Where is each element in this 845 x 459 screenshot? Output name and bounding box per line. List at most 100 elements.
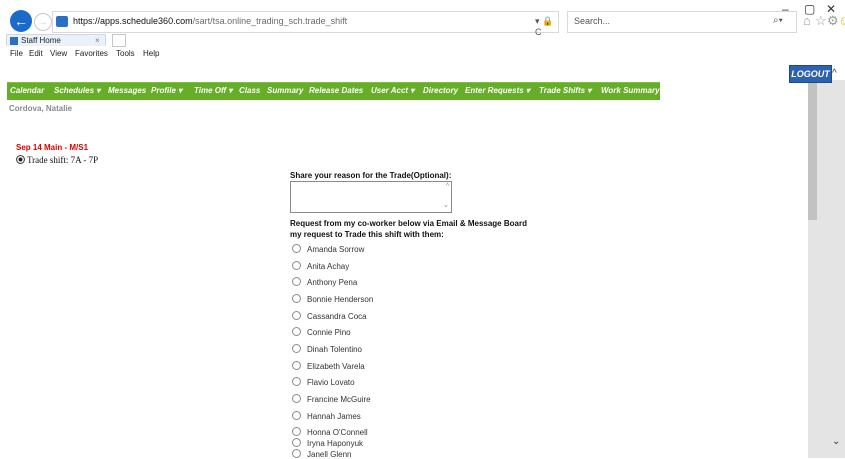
search-placeholder: Search... (574, 16, 611, 26)
coworker-option[interactable]: Connie Pino (292, 327, 351, 337)
coworker-option[interactable]: Anita Achay (292, 261, 349, 271)
menu-file[interactable]: File (10, 49, 23, 58)
tab-staff-home[interactable]: Staff Home × (6, 34, 106, 46)
nav-enter-requests[interactable]: Enter Requests ▾ (465, 86, 530, 95)
radio-icon[interactable] (292, 411, 301, 420)
radio-icon[interactable] (292, 261, 301, 270)
radio-icon[interactable] (292, 277, 301, 286)
smiley-feedback-icon[interactable]: ☺ (838, 13, 845, 28)
coworker-option[interactable]: Dinah Tolentino (292, 344, 362, 354)
reason-label: Share your reason for the Trade(Optional… (290, 171, 452, 180)
nav-summary[interactable]: Summary (267, 86, 303, 95)
staff-name: Cordova, Natalie (9, 104, 73, 113)
request-label-line1: Request from my co-worker below via Emai… (290, 219, 527, 228)
favorites-star-icon[interactable]: ☆ (815, 13, 827, 29)
radio-icon[interactable] (292, 344, 301, 353)
scroll-up-icon[interactable]: ^ (832, 68, 837, 79)
scroll-thumb[interactable] (808, 80, 817, 220)
menu-edit[interactable]: Edit (29, 49, 43, 58)
coworker-option[interactable]: Honna O'Connell (292, 427, 368, 437)
coworker-name: Dinah Tolentino (307, 345, 363, 354)
radio-icon[interactable] (292, 327, 301, 336)
coworker-option[interactable]: Hannah James (292, 411, 361, 421)
minimize-icon[interactable]: – (782, 2, 789, 16)
coworker-name: Iryna Haponyuk (307, 439, 364, 448)
url-host: https://apps.schedule360.com (73, 16, 193, 26)
coworker-name: Honna O'Connell (307, 428, 368, 437)
radio-icon[interactable] (292, 394, 301, 403)
nav-user-acct[interactable]: User Acct ▾ (371, 86, 414, 95)
nav-messages[interactable]: Messages (108, 86, 146, 95)
trade-shift-label: Trade shift: 7A - 7P (27, 155, 99, 165)
textarea-scroll-up-icon[interactable]: ^ (446, 183, 449, 190)
nav-schedules[interactable]: Schedules ▾ (54, 86, 100, 95)
coworker-name: Hannah James (307, 412, 361, 421)
nav-release-dates[interactable]: Release Dates (309, 86, 363, 95)
coworker-name: Anita Achay (307, 262, 350, 271)
coworker-name: Francine McGuire (307, 395, 371, 404)
browser-search-box[interactable]: Search... ⌕▾ (567, 11, 797, 33)
address-tools[interactable]: ▾ 🔒 C (535, 16, 558, 37)
url-path: /sart/tsa.online_trading_sch.trade_shift (192, 16, 348, 26)
coworker-name: Amanda Sorrow (307, 245, 365, 254)
radio-icon[interactable] (292, 361, 301, 370)
request-label-line2: my request to Trade this shift with them… (290, 230, 444, 239)
settings-gear-icon[interactable]: ⚙ (827, 13, 839, 29)
reason-textarea[interactable]: ^ ⌄ (290, 181, 452, 213)
coworker-name: Cassandra Coca (307, 312, 367, 321)
radio-icon[interactable] (292, 294, 301, 303)
home-icon[interactable]: ⌂ (803, 13, 811, 28)
shift-header: Sep 14 Main - M/S1 (16, 143, 89, 152)
menu-view[interactable]: View (50, 49, 67, 58)
request-label: Request from my co-worker below via Emai… (290, 218, 527, 240)
coworker-option[interactable]: Amanda Sorrow (292, 244, 364, 254)
search-icon[interactable]: ⌕▾ (773, 15, 783, 26)
coworker-option[interactable]: Elizabeth Varela (292, 361, 365, 371)
vertical-scrollbar[interactable] (808, 80, 845, 458)
main-nav-bar: Calendar Schedules ▾ Messages Profile ▾ … (7, 82, 660, 100)
nav-calendar[interactable]: Calendar (10, 86, 44, 95)
coworker-name: Connie Pino (307, 328, 351, 337)
scroll-down-icon[interactable]: ⌄ (832, 436, 840, 447)
page-content (0, 62, 806, 458)
coworker-option[interactable]: Iryna Haponyuk (292, 438, 363, 448)
address-bar[interactable]: https://apps.schedule360.com/sart/tsa.on… (52, 11, 559, 37)
tab-title: Staff Home (21, 36, 61, 45)
coworker-option[interactable]: Bonnie Henderson (292, 294, 373, 304)
forward-arrow-icon[interactable]: → (34, 13, 52, 31)
back-arrow-icon[interactable]: ← (10, 10, 32, 32)
coworker-name: Bonnie Henderson (307, 295, 374, 304)
radio-icon[interactable] (292, 377, 301, 386)
textarea-scroll-down-icon[interactable]: ⌄ (443, 201, 449, 209)
menu-help[interactable]: Help (143, 49, 159, 58)
url-text: https://apps.schedule360.com/sart/tsa.on… (73, 16, 347, 26)
trade-shift-option[interactable]: Trade shift: 7A - 7P (16, 155, 98, 165)
coworker-option[interactable]: Francine McGuire (292, 394, 371, 404)
coworker-option[interactable]: Flavio Lovato (292, 377, 355, 387)
nav-time-off[interactable]: Time Off ▾ (194, 86, 232, 95)
menu-favorites[interactable]: Favorites (75, 49, 108, 58)
nav-trade-shifts[interactable]: Trade Shifts ▾ (539, 86, 591, 95)
coworker-option[interactable]: Cassandra Coca (292, 311, 367, 321)
radio-icon[interactable] (292, 244, 301, 253)
radio-icon[interactable] (292, 427, 301, 436)
logout-button[interactable]: LOGOUT (789, 65, 832, 83)
tab-close-icon[interactable]: × (95, 35, 100, 47)
coworker-name: Flavio Lovato (307, 378, 355, 387)
coworker-name: Anthony Pena (307, 278, 358, 287)
nav-class[interactable]: Class (239, 86, 260, 95)
selected-radio-icon[interactable] (16, 155, 25, 164)
radio-icon[interactable] (292, 449, 301, 458)
nav-work-summary[interactable]: Work Summary (601, 86, 660, 95)
tab-favicon-icon (10, 37, 18, 45)
radio-icon[interactable] (292, 311, 301, 320)
coworker-name: Elizabeth Varela (307, 362, 365, 371)
nav-profile[interactable]: Profile ▾ (151, 86, 182, 95)
site-favicon-icon (56, 16, 68, 27)
menu-bar: File Edit View Favorites Tools Help (0, 47, 845, 61)
nav-directory[interactable]: Directory (423, 86, 458, 95)
new-tab-icon[interactable] (112, 34, 126, 47)
radio-icon[interactable] (292, 438, 301, 447)
menu-tools[interactable]: Tools (116, 49, 135, 58)
coworker-option[interactable]: Anthony Pena (292, 277, 357, 287)
